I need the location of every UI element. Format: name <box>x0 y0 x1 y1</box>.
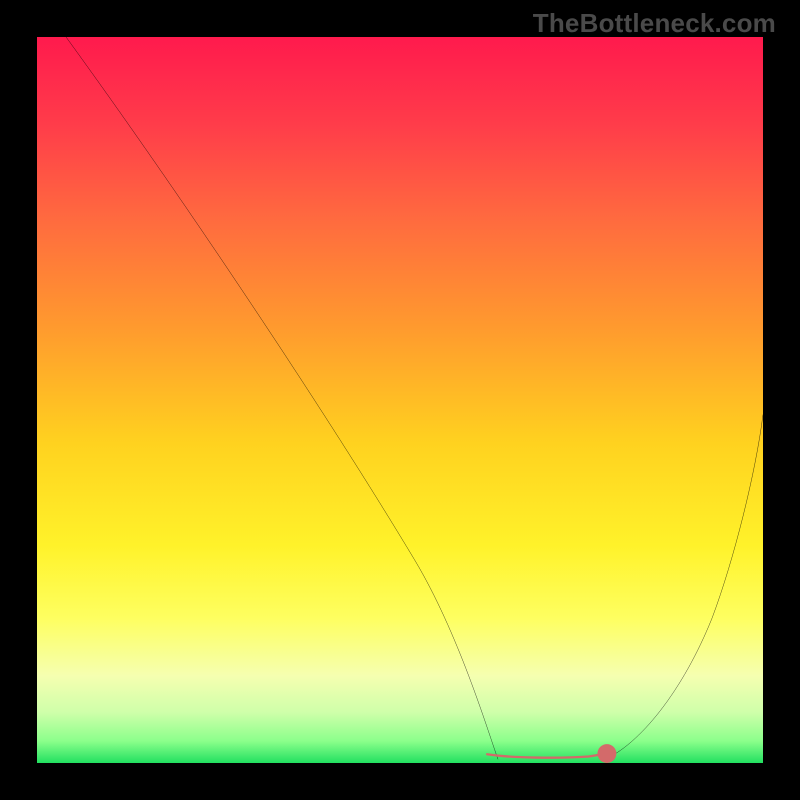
chart-frame: TheBottleneck.com <box>0 0 800 800</box>
watermark-text: TheBottleneck.com <box>533 8 776 39</box>
highlight-dot <box>597 744 616 763</box>
right-curve <box>603 415 763 761</box>
left-curve <box>66 37 498 759</box>
chart-svg <box>37 37 763 763</box>
flat-band <box>487 754 607 758</box>
